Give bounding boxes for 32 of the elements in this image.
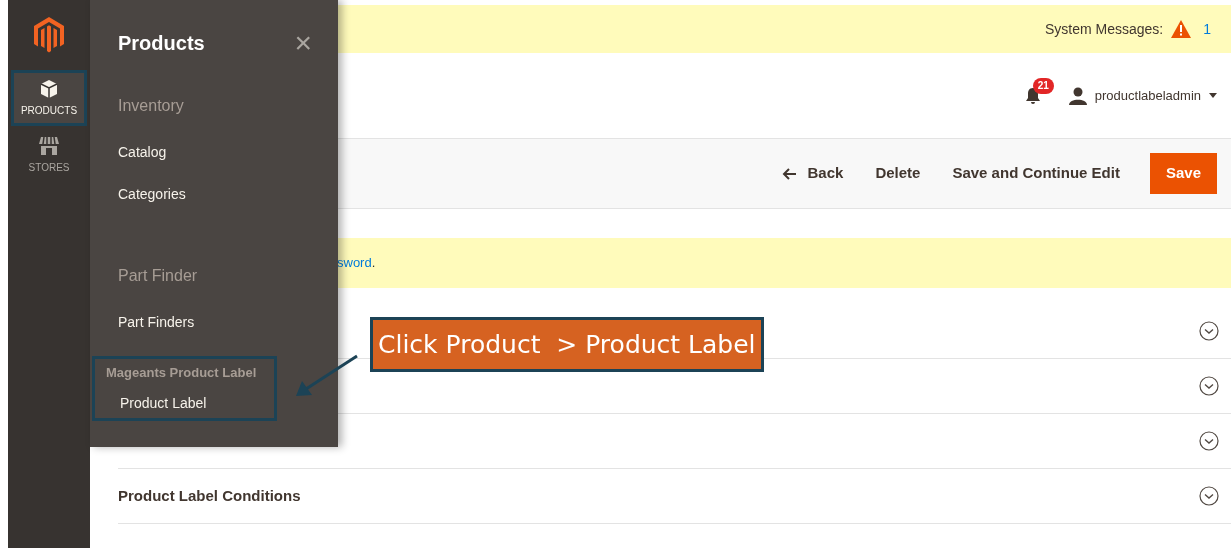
- sidebar-item[interactable]: PRODUCTS: [11, 70, 87, 126]
- back-button[interactable]: Back: [767, 153, 858, 194]
- system-messages-label: System Messages:: [1044, 19, 1164, 39]
- menu-group-heading: Part Finder: [118, 266, 199, 286]
- action-button[interactable]: Save and Continue Edit: [938, 153, 1134, 194]
- flyout-title: Products: [118, 31, 205, 56]
- menu-item[interactable]: Catalog: [118, 142, 338, 163]
- menu-group-heading: Mageants Product Label: [106, 364, 258, 382]
- caret-icon: [1209, 93, 1217, 98]
- notification-count-badge: 21: [1032, 77, 1054, 94]
- system-messages-count[interactable]: 1: [1203, 18, 1211, 40]
- notice-link[interactable]: sword: [337, 255, 372, 271]
- collapsible-section[interactable]: Product Label Conditions: [118, 469, 1231, 524]
- sidebar-item[interactable]: STORES: [11, 130, 87, 180]
- annotation-callout: Click Product > Product Label: [370, 317, 764, 372]
- close-button[interactable]: ×: [294, 28, 312, 58]
- action-button[interactable]: Delete: [861, 153, 935, 194]
- section-title: Product Label Conditions: [118, 485, 301, 506]
- save-button[interactable]: Save: [1149, 153, 1217, 194]
- logo-icon: [34, 17, 64, 53]
- warning-icon: [1171, 20, 1192, 38]
- left-arrow-icon: [781, 167, 796, 180]
- user-icon: [1068, 86, 1087, 105]
- menu-item[interactable]: Categories: [118, 184, 338, 205]
- menu-item[interactable]: Product Label: [106, 392, 274, 414]
- menu-item[interactable]: Part Finders: [118, 312, 338, 333]
- box-icon: [39, 78, 59, 99]
- pointer-arrow: [296, 354, 358, 396]
- notice-text: sword.: [337, 254, 376, 273]
- user-menu[interactable]: productlabeladmin: [1068, 85, 1217, 106]
- menu-group-heading: Inventory: [118, 96, 185, 116]
- store-icon: [38, 135, 60, 156]
